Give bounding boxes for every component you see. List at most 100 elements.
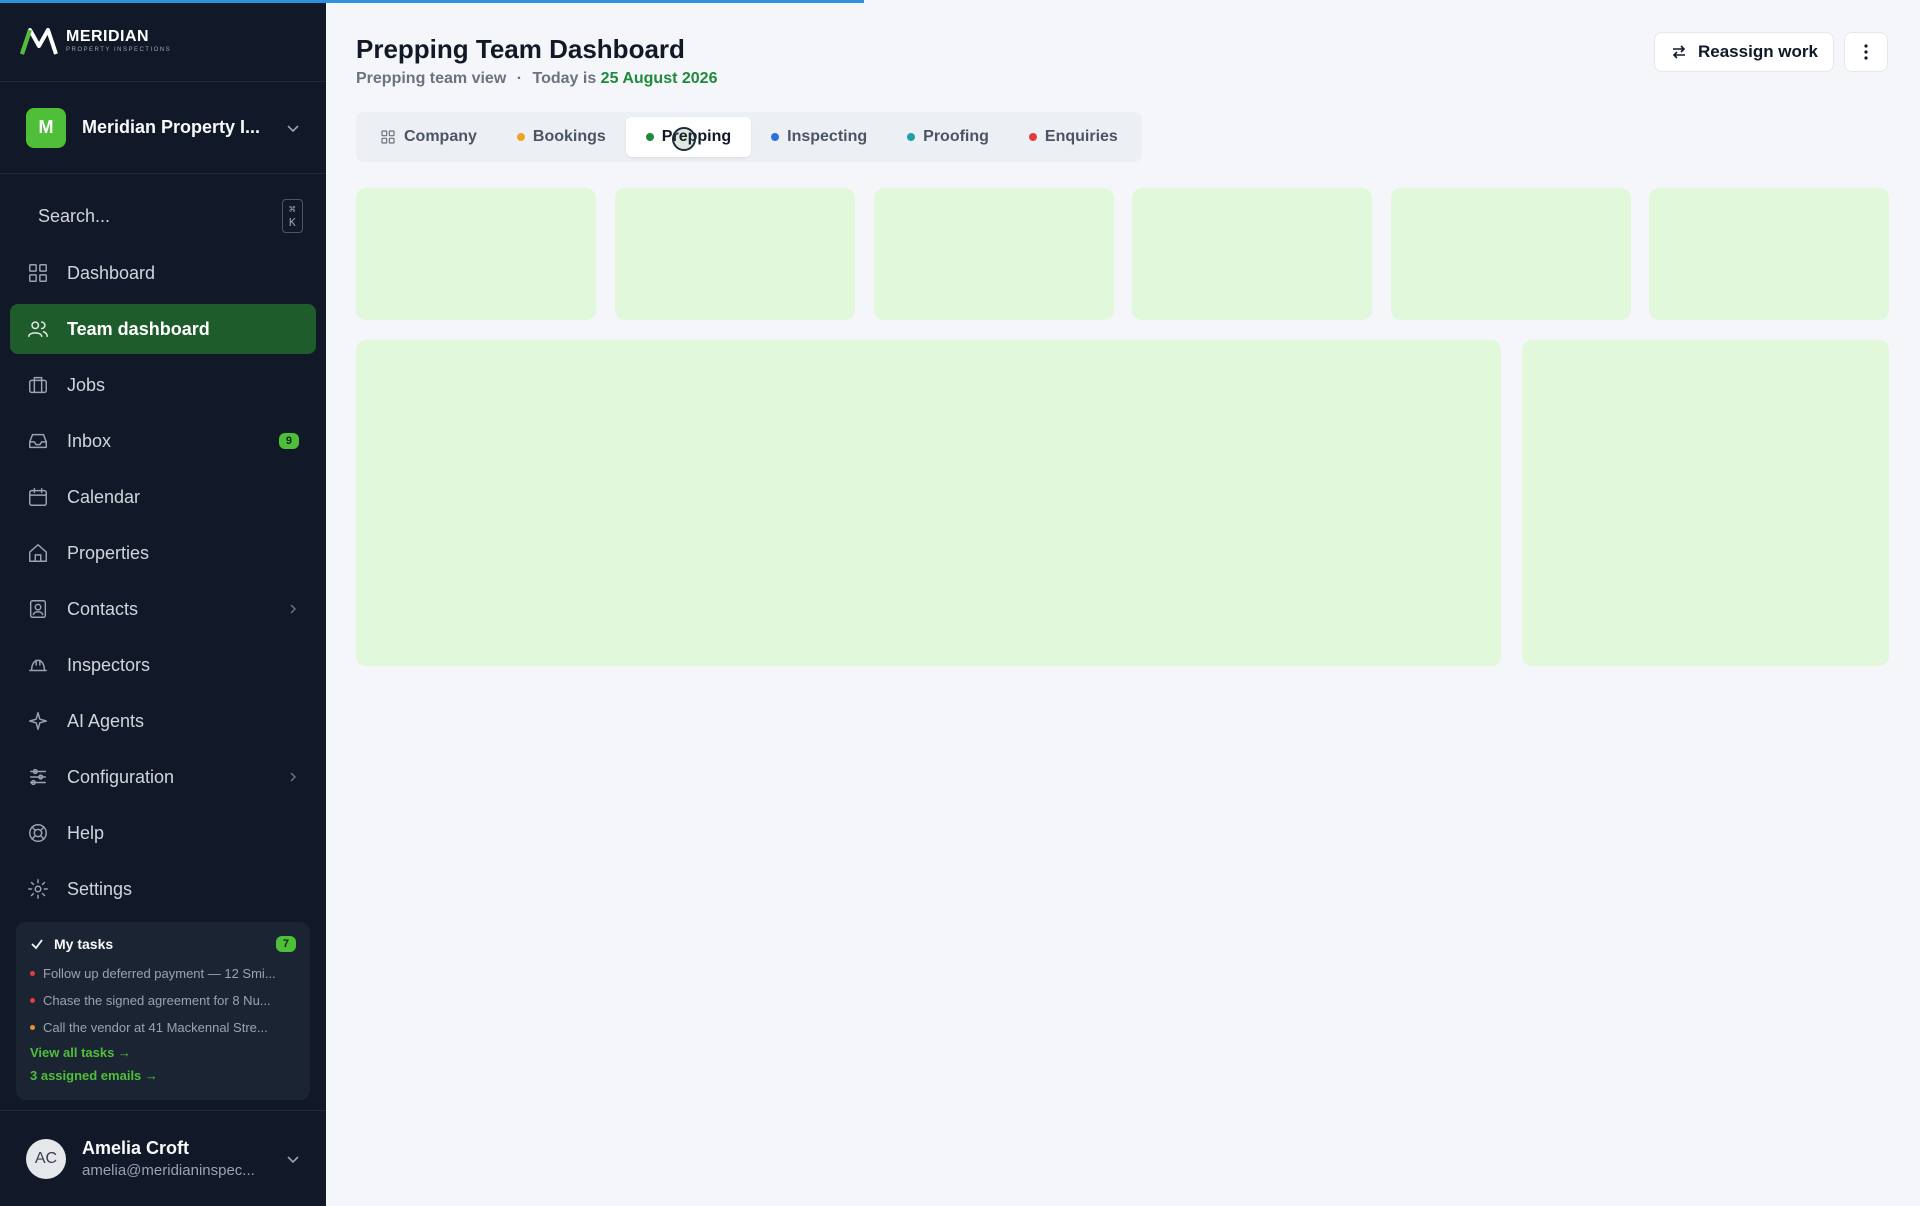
- users-icon: [28, 321, 48, 338]
- sidebar-item-dashboard[interactable]: Dashboard: [10, 248, 316, 298]
- stat-card-skeleton: [356, 188, 596, 320]
- tab-label: Enquiries: [1044, 128, 1118, 145]
- sidebar-item-label: Team dashboard: [67, 318, 210, 339]
- sidebar-item-inbox[interactable]: Inbox 9: [10, 416, 316, 466]
- tab-proofing[interactable]: Proofing: [887, 117, 1009, 157]
- sidebar: MERIDIAN PROPERTY INSPECTIONS M Meridian…: [0, 0, 326, 1206]
- subtitle-view: Prepping team view: [356, 70, 507, 87]
- tasks-count-badge: 7: [275, 936, 296, 952]
- tab-status-dot: [516, 133, 525, 141]
- main-panel-skeleton: [356, 340, 1501, 666]
- sidebar-item-label: Calendar: [67, 486, 141, 507]
- tab-status-dot: [907, 133, 916, 141]
- search-input[interactable]: [38, 205, 270, 227]
- brand-logo[interactable]: MERIDIAN PROPERTY INSPECTIONS: [0, 0, 326, 82]
- tab-enquiries[interactable]: Enquiries: [1009, 117, 1138, 157]
- reassign-work-button[interactable]: Reassign work: [1654, 32, 1834, 72]
- lifebuoy-icon: [29, 824, 47, 842]
- my-tasks-panel: My tasks 7 Follow up deferred payment — …: [16, 922, 310, 1100]
- task-item[interactable]: Call the vendor at 41 Mackennal Stre...: [30, 1020, 296, 1035]
- reassign-work-label: Reassign work: [1698, 42, 1818, 61]
- tab-bookings[interactable]: Bookings: [497, 117, 626, 157]
- swap-arrows-icon: [1672, 45, 1686, 59]
- tab-company[interactable]: Company: [360, 117, 497, 157]
- sparkles-icon: [29, 712, 47, 730]
- chevron-down-icon: [287, 1155, 299, 1163]
- sidebar-item-label: Contacts: [67, 598, 139, 619]
- avatar: AC: [26, 1138, 66, 1179]
- user-name: Amelia Croft: [82, 1138, 190, 1158]
- task-text: Chase the signed agreement for 8 Nu...: [43, 993, 271, 1008]
- subtitle-separator: ·: [516, 70, 523, 87]
- sidebar-item-label: Jobs: [67, 374, 106, 395]
- more-options-button[interactable]: [1844, 32, 1888, 72]
- stat-card-skeleton: [1132, 188, 1372, 320]
- stat-card-skeleton: [1391, 188, 1631, 320]
- page-subtitle: Prepping team view · Today is 25 August …: [356, 70, 717, 88]
- search-box[interactable]: ⌘ K: [0, 184, 326, 248]
- more-vertical-icon: [1864, 44, 1868, 60]
- main-content: Prepping Team Dashboard Prepping team vi…: [326, 0, 1920, 1206]
- sidebar-item-configuration[interactable]: Configuration: [10, 752, 316, 802]
- page-title: Prepping Team Dashboard: [356, 34, 685, 64]
- tab-inspecting[interactable]: Inspecting: [751, 117, 887, 157]
- tab-label: Company: [404, 128, 477, 145]
- sidebar-item-inspectors[interactable]: Inspectors: [10, 640, 316, 690]
- brand-name: MERIDIAN: [66, 28, 150, 45]
- task-item[interactable]: Chase the signed agreement for 8 Nu...: [30, 993, 296, 1008]
- tasks-title: My tasks: [54, 936, 114, 952]
- main-nav: Dashboard Team dashboard Jobs Inbox 9 Calenda…: [0, 248, 326, 914]
- sidebar-item-calendar[interactable]: Calendar: [10, 472, 316, 522]
- tab-status-dot: [1028, 133, 1037, 141]
- sidebar-item-label: Inspectors: [67, 654, 151, 675]
- task-priority-dot: [30, 998, 35, 1003]
- tab-status-dot: [645, 133, 654, 141]
- chevron-right-icon: [290, 604, 297, 614]
- briefcase-icon: [29, 376, 47, 394]
- sidebar-item-label: Configuration: [67, 766, 175, 787]
- task-item[interactable]: Follow up deferred payment — 12 Smi...: [30, 966, 296, 981]
- sidebar-item-jobs[interactable]: Jobs: [10, 360, 316, 410]
- sliders-icon: [29, 768, 47, 786]
- sidebar-item-label: AI Agents: [67, 710, 145, 731]
- sidebar-item-label: Settings: [67, 878, 133, 899]
- tab-prepping[interactable]: Prepping: [625, 117, 752, 157]
- tab-status-dot: [771, 133, 780, 141]
- task-priority-dot: [30, 971, 35, 976]
- sidebar-item-help[interactable]: Help: [10, 808, 316, 858]
- gear-icon: [28, 879, 48, 899]
- view-all-tasks-link[interactable]: View all tasks →: [30, 1045, 296, 1060]
- assigned-emails-link[interactable]: 3 assigned emails →: [30, 1068, 296, 1083]
- sidebar-item-label: Dashboard: [67, 262, 156, 283]
- sidebar-item-settings[interactable]: Settings: [10, 864, 316, 914]
- user-email: amelia@meridianinspec...: [82, 1162, 255, 1179]
- task-text: Follow up deferred payment — 12 Smi...: [43, 966, 276, 981]
- side-panel-skeleton: [1522, 340, 1889, 666]
- team-tabs: Company Bookings Prepping Inspecting Proofin…: [356, 112, 1142, 162]
- brand-tagline: PROPERTY INSPECTIONS: [66, 47, 172, 53]
- org-avatar: M: [26, 107, 66, 148]
- home-icon: [29, 544, 47, 562]
- meridian-logo-icon: [20, 27, 58, 55]
- hardhat-icon: [29, 659, 47, 672]
- tab-label: Bookings: [532, 128, 606, 145]
- org-switcher[interactable]: M Meridian Property I...: [0, 82, 326, 174]
- sidebar-item-ai-agents[interactable]: AI Agents: [10, 696, 316, 746]
- chevron-right-icon: [290, 772, 297, 782]
- inbox-icon: [29, 433, 47, 449]
- calendar-icon: [29, 488, 47, 506]
- stat-card-skeleton: [615, 188, 855, 320]
- today-date: 25 August 2026: [600, 70, 718, 87]
- sidebar-item-team-dashboard[interactable]: Team dashboard: [10, 304, 316, 354]
- chevron-down-icon: [287, 124, 299, 132]
- task-text: Call the vendor at 41 Mackennal Stre...: [43, 1020, 268, 1035]
- org-name: Meridian Property I...: [82, 117, 261, 137]
- tab-label: Proofing: [923, 128, 989, 145]
- sidebar-item-contacts[interactable]: Contacts: [10, 584, 316, 634]
- sidebar-item-label: Inbox: [67, 430, 112, 451]
- user-menu[interactable]: AC Amelia Croft amelia@meridianinspec...: [0, 1110, 326, 1206]
- stat-card-skeleton: [1649, 188, 1889, 320]
- contact-icon: [29, 600, 47, 618]
- sidebar-item-properties[interactable]: Properties: [10, 528, 316, 578]
- task-priority-dot: [30, 1025, 35, 1030]
